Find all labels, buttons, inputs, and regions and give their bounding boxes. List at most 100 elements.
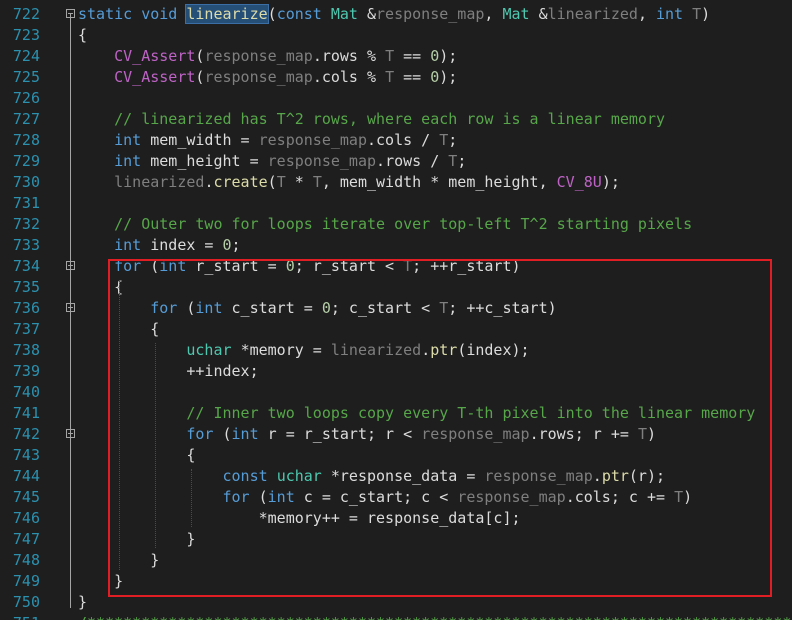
code-token: ); (439, 68, 458, 86)
code-token: static (78, 5, 142, 23)
code-token: , (637, 5, 656, 23)
code-token: cols (376, 131, 413, 149)
line-number: 737 (12, 320, 40, 338)
code-token: linearize (185, 4, 269, 24)
code-text: linearized.create(T * T, mem_width * mem… (78, 172, 620, 193)
code-token: T (692, 5, 702, 23)
code-token: /***************************************… (78, 614, 792, 620)
line-number: 744 (12, 467, 40, 485)
code-token: & (538, 5, 548, 23)
code-token: . (367, 131, 377, 149)
code-token: ( (267, 173, 277, 191)
fold-rail (70, 14, 71, 608)
code-line[interactable]: 723 { (0, 25, 792, 46)
code-line[interactable]: 722 static void linearize(const Mat &resp… (0, 4, 792, 25)
code-line[interactable]: 728 int mem_width = response_map.cols / … (0, 130, 792, 151)
code-token: const (276, 5, 331, 23)
code-editor[interactable]: 722 static void linearize(const Mat &resp… (0, 0, 792, 620)
code-token: ; (457, 152, 467, 170)
code-token: ); (439, 47, 458, 65)
code-token: CV_Assert (114, 47, 196, 65)
code-line[interactable]: 724 CV_Assert(response_map.rows % T == 0… (0, 46, 792, 67)
code-text: int index = 0; (78, 235, 241, 256)
line-number: 735 (12, 278, 40, 296)
code-token: response_map (258, 131, 367, 149)
code-line[interactable]: 730 linearized.create(T * T, mem_width *… (0, 172, 792, 193)
line-number: 729 (12, 152, 40, 170)
line-number: 738 (12, 341, 40, 359)
line-number: 736 (12, 299, 40, 317)
code-token: { (78, 26, 88, 44)
code-token: response_map (267, 152, 377, 170)
code-token: mem_width = (150, 131, 259, 149)
code-token: void (141, 5, 187, 23)
code-token: response_map (204, 68, 313, 86)
code-token: ) (701, 5, 711, 23)
code-line[interactable]: 732 // Outer two for loops iterate over … (0, 214, 792, 235)
code-token: rows (321, 47, 358, 65)
code-token: == (394, 47, 431, 65)
code-token: 0 (430, 68, 440, 86)
code-token: CV_8U (556, 173, 602, 191)
line-number: 730 (12, 173, 40, 191)
code-line[interactable]: 733 int index = 0; (0, 235, 792, 256)
code-token: 0 (222, 236, 232, 254)
code-token: * (285, 173, 313, 191)
code-token: Mat (330, 5, 367, 23)
line-number: 740 (12, 383, 40, 401)
code-token: , mem_width * mem_height, (321, 173, 557, 191)
code-token: mem_height = (150, 152, 268, 170)
code-token: T (439, 131, 449, 149)
line-number: 739 (12, 362, 40, 380)
code-token: % (357, 47, 386, 65)
line-number: 750 (12, 593, 40, 611)
code-text: // linearized has T^2 rows, where each r… (78, 109, 665, 130)
code-token: % (357, 68, 386, 86)
line-number: 727 (12, 110, 40, 128)
code-line[interactable]: 725 CV_Assert(response_map.cols % T == 0… (0, 67, 792, 88)
code-token: ); (601, 173, 620, 191)
code-token: int (114, 236, 151, 254)
code-token: / (421, 152, 449, 170)
code-line[interactable]: 727 // linearized has T^2 rows, where ea… (0, 109, 792, 130)
code-token: cols (321, 68, 358, 86)
code-token: linearized (114, 173, 205, 191)
code-token: T (312, 173, 322, 191)
code-token: rows (385, 152, 422, 170)
code-text: // Outer two for loops iterate over top-… (78, 214, 692, 235)
code-line[interactable]: 751 /************************************… (0, 613, 792, 620)
code-text: int mem_width = response_map.cols / T; (78, 130, 457, 151)
line-number: 748 (12, 551, 40, 569)
line-number: 726 (12, 89, 40, 107)
code-token: / (412, 131, 440, 149)
highlight-box (108, 259, 772, 597)
code-token: int (114, 131, 151, 149)
code-token: } (78, 593, 88, 611)
code-token: // linearized has T^2 rows, where each r… (114, 110, 666, 128)
code-line[interactable]: 726 (0, 88, 792, 109)
code-token: . (312, 47, 322, 65)
line-number: 741 (12, 404, 40, 422)
code-token: ; (448, 131, 458, 149)
code-line[interactable]: 729 int mem_height = response_map.rows /… (0, 151, 792, 172)
code-token: response_map (204, 47, 313, 65)
code-token: ; (231, 236, 241, 254)
line-number: 732 (12, 215, 40, 233)
code-token: // Outer two for loops iterate over top-… (114, 215, 693, 233)
code-token: 0 (430, 47, 440, 65)
code-token: Mat (502, 5, 539, 23)
code-line[interactable]: 731 (0, 193, 792, 214)
line-number: 733 (12, 236, 40, 254)
code-token: T (385, 68, 395, 86)
code-token: T (276, 173, 286, 191)
line-number: 747 (12, 530, 40, 548)
line-number: 749 (12, 572, 40, 590)
line-number: 746 (12, 509, 40, 527)
line-number: 724 (12, 47, 40, 65)
